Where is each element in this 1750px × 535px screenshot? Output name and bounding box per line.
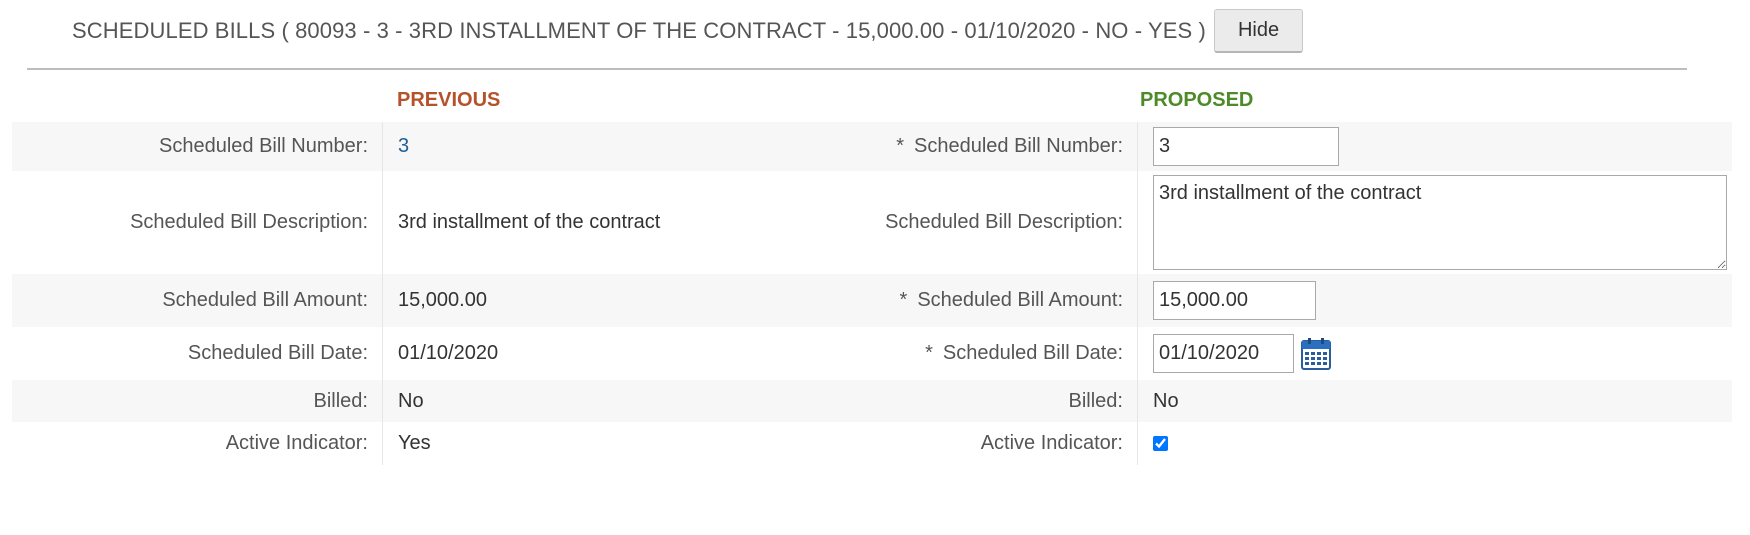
bill-amount-input[interactable] (1153, 281, 1316, 320)
row-bill-date: Scheduled Bill Date: 01/10/2020 * Schedu… (12, 327, 1732, 380)
proposed-label: * Scheduled Bill Amount: (753, 289, 1137, 312)
proposed-billed-value: No (1153, 389, 1179, 412)
proposed-value (1137, 274, 1732, 327)
previous-description-value: 3rd installment of the contract (398, 211, 661, 233)
previous-value: 3 (382, 122, 753, 171)
previous-value: Yes (382, 422, 753, 465)
bill-description-textarea[interactable]: 3rd installment of the contract (1153, 175, 1727, 270)
previous-label: Billed: (313, 389, 368, 412)
previous-label: Scheduled Bill Amount: (162, 289, 368, 311)
section-header: SCHEDULED BILLS ( 80093 - 3 - 3RD INSTAL… (72, 6, 1304, 56)
proposed-label-text: Scheduled Bill Amount: (917, 289, 1123, 311)
hide-button[interactable]: Hide (1213, 9, 1304, 53)
row-bill-number: Scheduled Bill Number: 3 * Scheduled Bil… (12, 122, 1732, 171)
proposed-label-text: Scheduled Bill Date: (942, 342, 1123, 364)
proposed-label-text: Scheduled Bill Number: (914, 135, 1123, 157)
previous-date-value: 01/10/2020 (398, 342, 499, 364)
previous-label: Active Indicator: (225, 432, 368, 454)
proposed-value (1137, 422, 1732, 465)
required-marker: * (896, 135, 904, 157)
comparison-table: Scheduled Bill Number: 3 * Scheduled Bil… (12, 122, 1732, 465)
previous-value: 01/10/2020 (382, 327, 753, 380)
proposed-label: * Scheduled Bill Number: (753, 135, 1137, 158)
previous-billed-value: No (398, 389, 424, 412)
previous-value: 15,000.00 (382, 274, 753, 327)
proposed-label: Active Indicator: (980, 432, 1123, 454)
proposed-label: Billed: (1068, 389, 1123, 412)
proposed-value (1137, 122, 1732, 171)
required-marker: * (899, 289, 908, 311)
previous-value: 3rd installment of the contract (382, 171, 753, 274)
proposed-label: * Scheduled Bill Date: (753, 342, 1137, 365)
previous-amount-value: 15,000.00 (398, 289, 487, 311)
required-marker: * (925, 342, 933, 364)
bill-date-input[interactable] (1153, 334, 1294, 373)
row-active-indicator: Active Indicator: Yes Active Indicator: (12, 422, 1732, 465)
proposed-value: No (1137, 380, 1732, 422)
active-indicator-checkbox[interactable] (1153, 436, 1168, 451)
bill-number-input[interactable] (1153, 127, 1339, 166)
previous-bill-number-value: 3 (398, 135, 410, 157)
previous-label: Scheduled Bill Number: (159, 135, 368, 157)
row-billed: Billed: No Billed: No (12, 380, 1732, 422)
proposed-value (1137, 327, 1732, 380)
row-bill-description: Scheduled Bill Description: 3rd installm… (12, 171, 1732, 274)
previous-active-value: Yes (398, 432, 431, 454)
row-bill-amount: Scheduled Bill Amount: 15,000.00 * Sched… (12, 274, 1732, 327)
proposed-value: 3rd installment of the contract (1137, 171, 1732, 274)
calendar-icon[interactable] (1301, 337, 1331, 370)
previous-label: Scheduled Bill Description: (130, 211, 368, 233)
previous-column-heading: PREVIOUS (397, 89, 501, 111)
previous-label: Scheduled Bill Date: (187, 342, 368, 364)
previous-value: No (382, 380, 753, 422)
proposed-label: Scheduled Bill Description: (885, 211, 1123, 233)
header-divider (27, 68, 1687, 70)
section-title: SCHEDULED BILLS ( 80093 - 3 - 3RD INSTAL… (72, 18, 1206, 43)
proposed-column-heading: PROPOSED (1140, 89, 1254, 111)
